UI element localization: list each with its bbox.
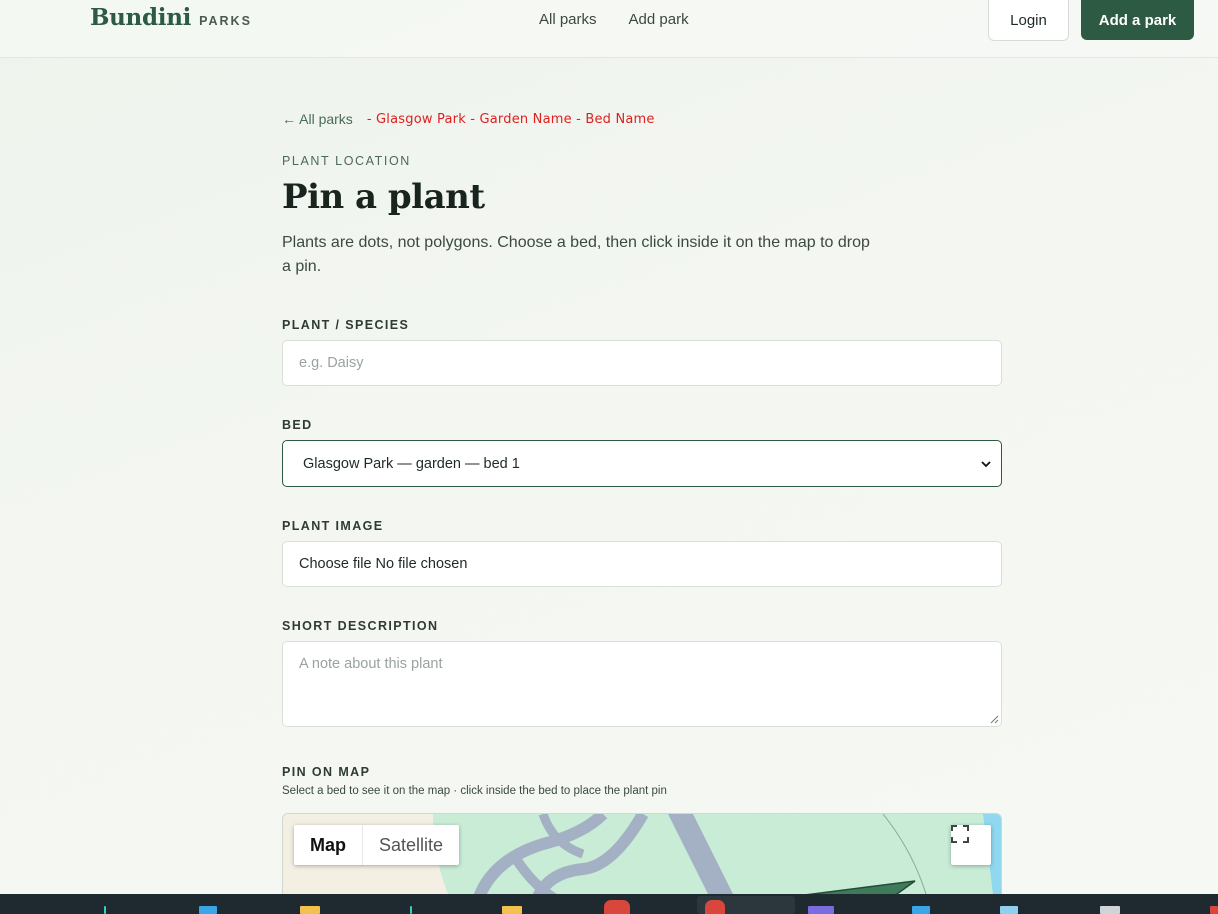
taskbar-app-icon[interactable] bbox=[1100, 906, 1120, 914]
map-hint: Select a bed to see it on the map · clic… bbox=[282, 785, 667, 797]
nav-add-park[interactable]: Add park bbox=[629, 11, 689, 28]
file-status: No file chosen bbox=[375, 556, 468, 572]
taskbar-app-icon[interactable] bbox=[410, 906, 412, 914]
breadcrumb-path: - Glasgow Park - Garden Name - Bed Name bbox=[366, 111, 655, 127]
login-button[interactable]: Login bbox=[988, 0, 1069, 41]
description-textarea[interactable]: A note about this plant bbox=[282, 641, 1002, 727]
description-label: SHORT DESCRIPTION bbox=[282, 619, 439, 633]
chevron-down-icon bbox=[981, 460, 991, 467]
fullscreen-button[interactable] bbox=[951, 825, 991, 865]
choose-file-button[interactable]: Choose file bbox=[299, 556, 372, 572]
folder-icon[interactable] bbox=[300, 906, 320, 914]
taskbar-app-icon[interactable] bbox=[104, 906, 106, 914]
add-park-button[interactable]: Add a park bbox=[1081, 0, 1194, 40]
folder-icon[interactable] bbox=[502, 906, 522, 914]
image-label: PLANT IMAGE bbox=[282, 519, 384, 533]
logo-subtitle: PARKS bbox=[199, 14, 252, 28]
teams-icon[interactable] bbox=[808, 906, 834, 914]
page-eyebrow: PLANT LOCATION bbox=[282, 154, 411, 168]
map-type-toggle: Map Satellite bbox=[294, 825, 460, 865]
fullscreen-icon bbox=[951, 825, 969, 843]
taskbar-app-icon[interactable] bbox=[199, 906, 217, 914]
species-input[interactable]: e.g. Daisy bbox=[282, 340, 1002, 386]
top-header: Bundini PARKS All parks Add park Login A… bbox=[0, 0, 1218, 58]
description-placeholder: A note about this plant bbox=[299, 656, 443, 672]
browser-icon[interactable] bbox=[705, 900, 725, 914]
species-label: PLANT / SPECIES bbox=[282, 318, 410, 332]
map-label: PIN ON MAP bbox=[282, 765, 371, 779]
nav-all-parks[interactable]: All parks bbox=[539, 11, 597, 28]
taskbar-app-icon[interactable] bbox=[1210, 906, 1218, 914]
bed-select-value: Glasgow Park — garden — bed 1 bbox=[303, 455, 520, 472]
browser-icon[interactable] bbox=[604, 900, 630, 914]
main-nav: All parks Add park bbox=[539, 11, 689, 28]
os-taskbar bbox=[0, 894, 1218, 914]
taskbar-app-icon[interactable] bbox=[912, 906, 930, 914]
bed-label: BED bbox=[282, 418, 313, 432]
page-intro: Plants are dots, not polygons. Choose a … bbox=[282, 234, 870, 275]
breadcrumb: ← All parks - Glasgow Park - Garden Name… bbox=[282, 111, 655, 127]
back-to-parks-link[interactable]: ← All parks bbox=[282, 111, 353, 127]
logo[interactable]: Bundini PARKS bbox=[90, 4, 252, 31]
bed-select[interactable]: Glasgow Park — garden — bed 1 bbox=[282, 440, 1002, 487]
taskbar-app-icon[interactable] bbox=[1000, 906, 1018, 914]
map-type-map-button[interactable]: Map bbox=[294, 825, 362, 865]
map-type-satellite-button[interactable]: Satellite bbox=[362, 825, 459, 865]
resize-handle-icon[interactable] bbox=[989, 714, 999, 724]
page-title: Pin a plant bbox=[282, 177, 485, 217]
logo-name: Bundini bbox=[90, 4, 192, 31]
image-file-input[interactable]: Choose file No file chosen bbox=[282, 541, 1002, 587]
